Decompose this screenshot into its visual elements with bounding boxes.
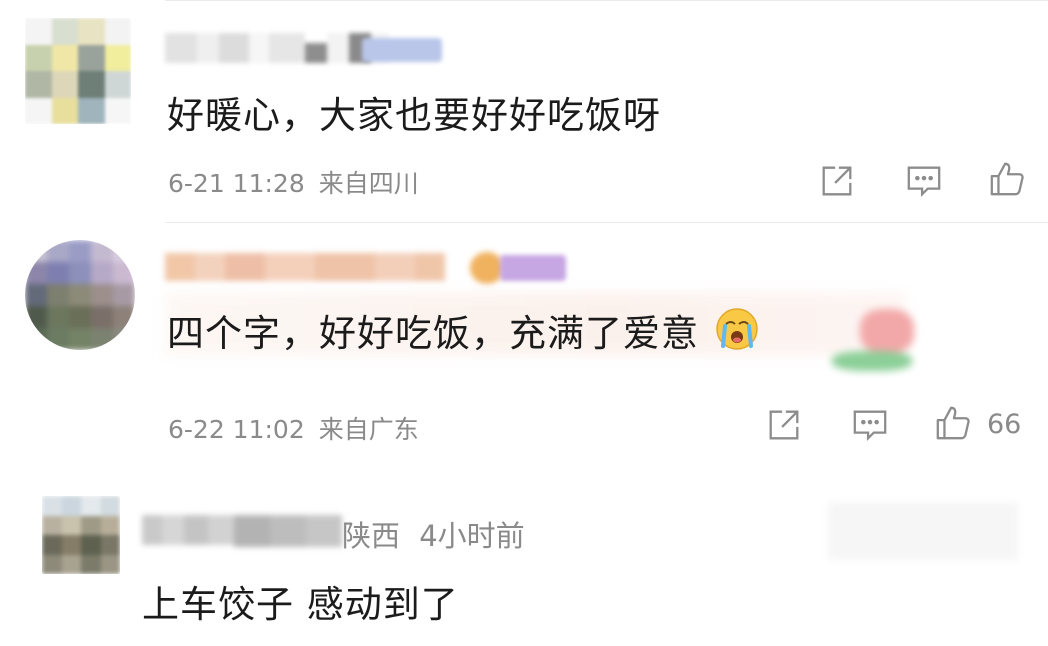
top-divider xyxy=(165,0,1048,1)
username[interactable] xyxy=(142,515,342,547)
like-icon xyxy=(990,162,1024,196)
comment-icon xyxy=(907,166,941,198)
comment-location: 来自四川 xyxy=(318,169,419,198)
comment-text: 上车饺子 感动到了 xyxy=(142,583,459,626)
comment-image-thumbnail[interactable] xyxy=(832,305,920,377)
blurred-area xyxy=(828,502,1018,560)
avatar-frame-emoji xyxy=(470,252,504,284)
avatar[interactable] xyxy=(42,496,120,574)
comment-meta: 6-21 11:28 来自四川 xyxy=(168,164,419,200)
comment-icon xyxy=(853,410,887,442)
comment-time: 6-21 11:28 xyxy=(168,169,305,198)
avatar[interactable] xyxy=(25,18,131,124)
reply-button[interactable] xyxy=(903,160,945,202)
comment-text: 四个字，好好吃饭，充满了爱意 xyxy=(167,303,760,361)
share-icon xyxy=(769,410,799,440)
username[interactable] xyxy=(165,253,445,283)
share-icon xyxy=(822,166,852,196)
reply-button[interactable] xyxy=(849,404,891,446)
comment-age: 4小时前 xyxy=(419,519,525,553)
comment-text-content: 四个字，好好吃饭，充满了爱意 xyxy=(167,312,699,355)
share-button[interactable] xyxy=(763,404,805,446)
comment-location: 来自广东 xyxy=(318,415,419,444)
comment-divider xyxy=(165,222,1048,223)
like-icon xyxy=(936,406,970,440)
crying-face-emoji xyxy=(714,306,760,361)
comment-region: 陕西 xyxy=(342,519,401,553)
like-count: 66 xyxy=(987,409,1022,440)
like-button[interactable] xyxy=(986,158,1028,200)
comment-time: 6-22 11:02 xyxy=(168,415,305,444)
vip-badge xyxy=(362,38,442,62)
share-button[interactable] xyxy=(816,160,858,202)
avatar[interactable] xyxy=(25,240,135,350)
comment-meta: 陕西 4小时前 xyxy=(342,513,525,555)
comment-text: 好暖心，大家也要好好吃饭呀 xyxy=(167,94,661,137)
vip-badge xyxy=(500,255,566,281)
like-button[interactable] xyxy=(932,402,974,444)
username[interactable] xyxy=(165,33,389,63)
comment-meta: 6-22 11:02 来自广东 xyxy=(168,410,419,446)
